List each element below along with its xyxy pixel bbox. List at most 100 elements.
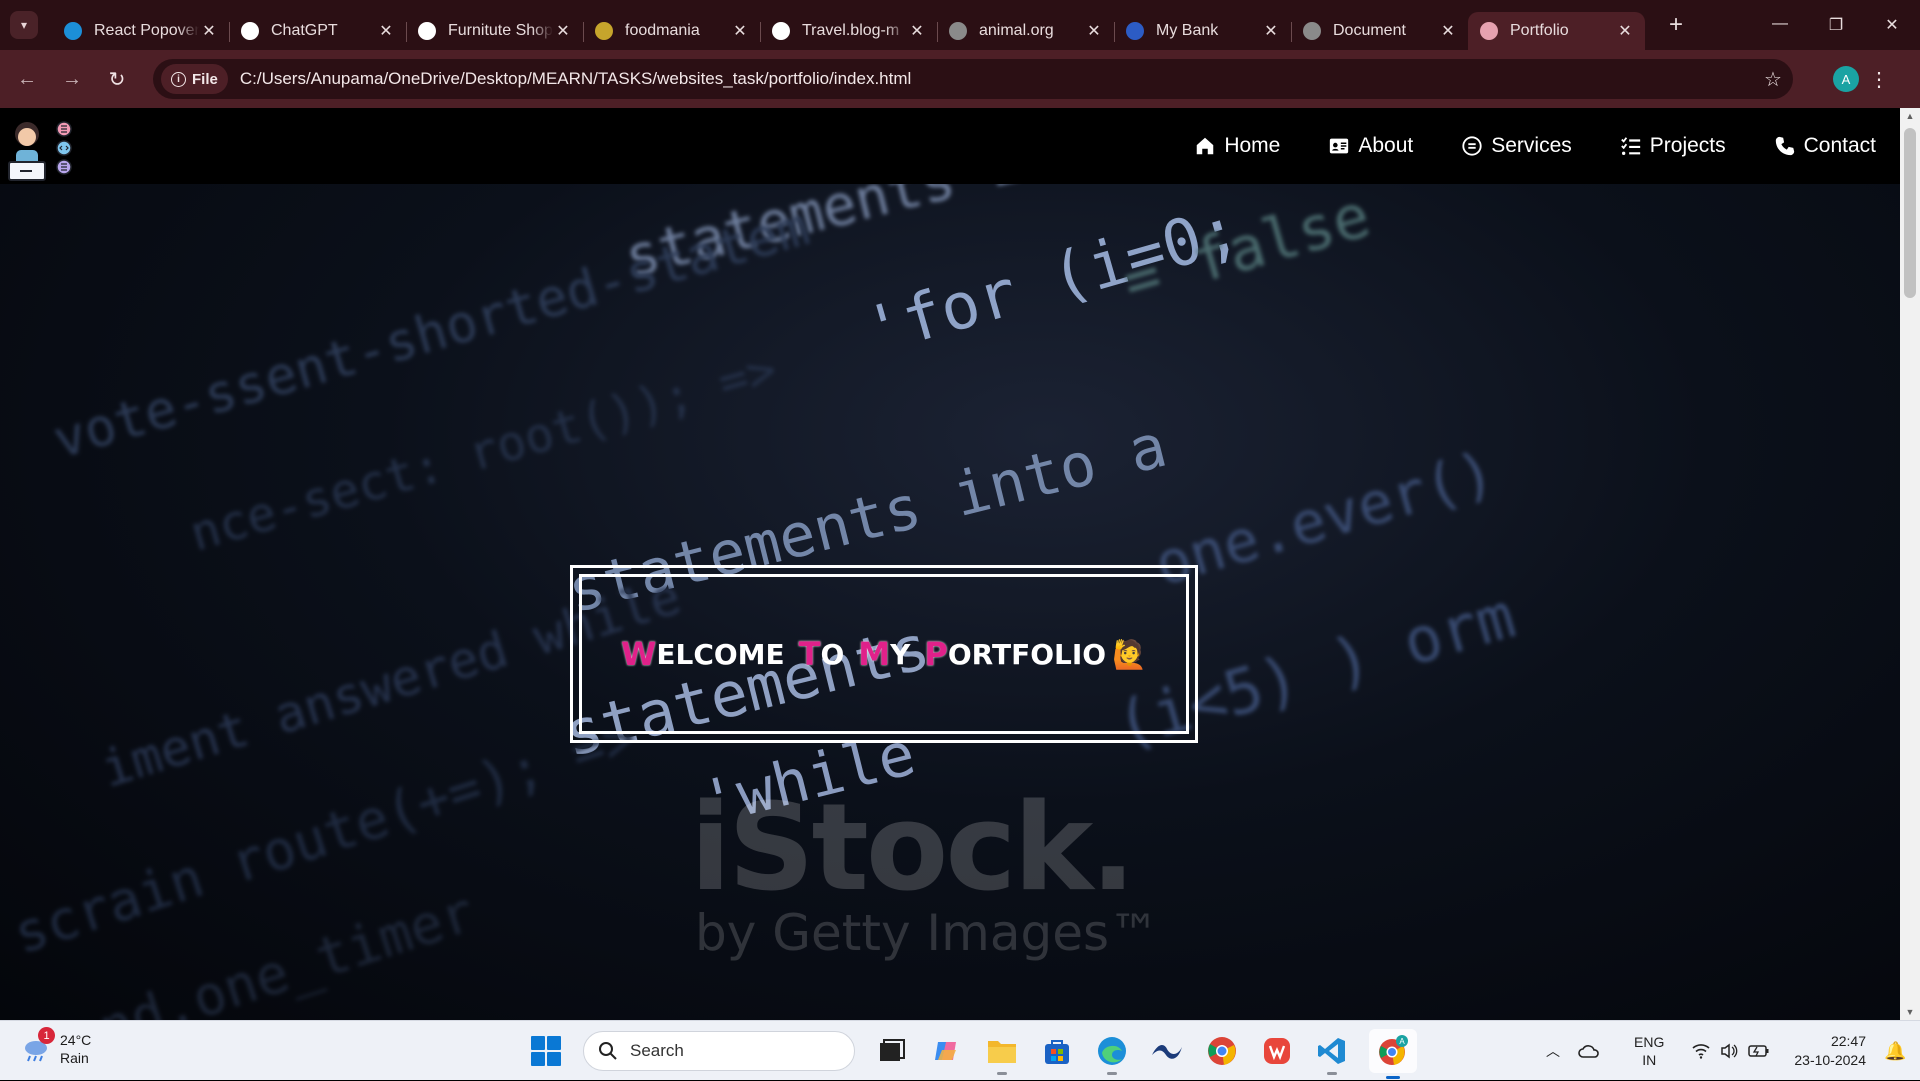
browser-tab[interactable]: My Bank ✕ xyxy=(1114,12,1291,50)
edge-browser-icon[interactable] xyxy=(1094,1033,1130,1075)
tab-title: Furnitute Shop xyxy=(448,22,553,39)
nav-link-label: Projects xyxy=(1649,134,1726,157)
clock-time: 22:47 xyxy=(1830,1033,1866,1049)
scroll-up-arrow-icon[interactable]: ▲ xyxy=(1900,108,1920,124)
file-explorer-icon[interactable] xyxy=(984,1033,1020,1075)
volume-icon[interactable] xyxy=(1720,1043,1738,1059)
tab-close-icon[interactable]: ✕ xyxy=(1615,21,1635,41)
page-scrollbar[interactable]: ▲ ▼ xyxy=(1900,108,1920,1020)
welcome-word-rest: O xyxy=(820,637,845,671)
microsoft-store-icon[interactable] xyxy=(1039,1033,1075,1069)
arrow-left-icon: ← xyxy=(17,67,37,90)
browser-tab[interactable]: Portfolio ✕ xyxy=(1468,12,1645,50)
chrome-profile-icon[interactable]: A xyxy=(1369,1029,1417,1079)
windows-taskbar: 1 24°C Rain Search A ︿ ENG IN 22:47 23-1… xyxy=(0,1020,1920,1080)
tab-close-icon[interactable]: ✕ xyxy=(1261,21,1281,41)
site-info-chip[interactable]: i File xyxy=(161,64,228,94)
tab-title: ChatGPT xyxy=(271,22,338,39)
bank-icon xyxy=(1126,22,1144,40)
close-window-button[interactable]: ✕ xyxy=(1864,15,1920,35)
tab-title: Portfolio xyxy=(1510,22,1569,39)
task-view-icon[interactable] xyxy=(874,1033,910,1069)
wps-office-icon[interactable] xyxy=(1259,1033,1295,1069)
chrome-icon[interactable] xyxy=(1204,1033,1240,1069)
chevron-down-icon: ▾ xyxy=(20,18,28,32)
copilot-icon[interactable] xyxy=(929,1033,965,1069)
nav-link-about[interactable]: About xyxy=(1328,134,1413,158)
weather-widget[interactable]: 1 24°C Rain xyxy=(22,1027,91,1067)
nav-link-services[interactable]: Services xyxy=(1461,134,1572,158)
browser-toolbar: ← → ↻ i File C:/Users/Anupama/OneDrive/D… xyxy=(0,50,1920,108)
developer-logo-icon[interactable] xyxy=(2,112,74,184)
welcome-initial-letter: P xyxy=(924,635,948,673)
tab-close-icon[interactable]: ✕ xyxy=(730,21,750,41)
nav-link-label: Services xyxy=(1491,134,1572,157)
mongodb-compass-icon[interactable] xyxy=(1149,1033,1185,1069)
system-clock[interactable]: 22:47 23-10-2024 xyxy=(1794,1032,1866,1070)
notification-bell-icon[interactable]: 🔔 xyxy=(1884,1041,1906,1061)
nav-link-label: Home xyxy=(1224,134,1281,157)
site-info-label: File xyxy=(192,70,218,88)
portfolio-icon xyxy=(1480,22,1498,40)
system-tray: ︿ ENG IN 22:47 23-10-2024 🔔 xyxy=(1546,1021,1920,1081)
nav-link-contact[interactable]: Contact xyxy=(1774,134,1876,158)
back-button[interactable]: ← xyxy=(9,61,45,97)
chevron-up-icon[interactable]: ︿ xyxy=(1546,1041,1560,1061)
tab-search-button[interactable]: ▾ xyxy=(10,11,38,39)
browser-tab[interactable]: Travel.blog-m ✕ xyxy=(760,12,937,50)
vscode-icon[interactable] xyxy=(1314,1033,1350,1075)
tab-close-icon[interactable]: ✕ xyxy=(376,21,396,41)
browser-tab[interactable]: Document ✕ xyxy=(1291,12,1468,50)
clock-date: 23-10-2024 xyxy=(1794,1052,1866,1068)
scroll-down-arrow-icon[interactable]: ▼ xyxy=(1900,1004,1920,1020)
bookmark-star-icon[interactable]: ☆ xyxy=(1753,67,1793,92)
browser-tab[interactable]: Furnitute Shop ✕ xyxy=(406,12,583,50)
globe-icon xyxy=(949,22,967,40)
browser-tab[interactable]: ChatGPT ✕ xyxy=(229,12,406,50)
tab-close-icon[interactable]: ✕ xyxy=(1084,21,1104,41)
address-bar[interactable]: i File C:/Users/Anupama/OneDrive/Desktop… xyxy=(153,59,1793,99)
browser-tab[interactable]: animal.org ✕ xyxy=(937,12,1114,50)
id-card-icon xyxy=(1330,138,1349,154)
wifi-icon[interactable] xyxy=(1692,1043,1710,1059)
react-icon xyxy=(64,22,82,40)
browser-menu-icon[interactable]: ⋮ xyxy=(1859,67,1899,92)
istock-watermark: iStock. xyxy=(690,779,1136,918)
reload-button[interactable]: ↻ xyxy=(99,61,135,97)
windows-start-icon[interactable] xyxy=(528,1033,564,1069)
minimize-button[interactable]: — xyxy=(1752,15,1808,35)
new-tab-button[interactable]: + xyxy=(1661,11,1691,39)
profile-avatar[interactable]: A xyxy=(1833,66,1859,92)
nav-link-home[interactable]: Home xyxy=(1194,134,1280,158)
tab-close-icon[interactable]: ✕ xyxy=(907,21,927,41)
welcome-word-rest: ORTFOLIO xyxy=(947,637,1107,671)
welcome-word-rest: ELCOME xyxy=(656,637,785,671)
tab-close-icon[interactable]: ✕ xyxy=(553,21,573,41)
code-background: vote-ssent-shorted-statem xyxy=(46,197,816,471)
tab-close-icon[interactable]: ✕ xyxy=(1438,21,1458,41)
onedrive-sync-icon[interactable] xyxy=(1578,1042,1600,1060)
welcome-frame-inner: W ELCOME T O M Y P ORTFOLIO 🙋 xyxy=(579,574,1189,734)
weather-alert-badge: 1 xyxy=(38,1027,55,1044)
tab-title: Travel.blog-m xyxy=(802,22,900,39)
tab-strip: ▾ React Popover ✕ ChatGPT ✕ Furnitute Shop ✕ f… xyxy=(0,0,1920,50)
restore-button[interactable]: ❐ xyxy=(1808,15,1864,35)
nav-link-projects[interactable]: Projects xyxy=(1620,134,1726,158)
battery-icon[interactable] xyxy=(1748,1044,1770,1058)
welcome-initial-letter: M xyxy=(858,635,891,673)
tab-close-icon[interactable]: ✕ xyxy=(199,21,219,41)
url-text[interactable]: C:/Users/Anupama/OneDrive/Desktop/MEARN/… xyxy=(240,69,1753,89)
getty-watermark: by Getty Images™ xyxy=(695,904,1160,962)
language-code: ENG xyxy=(1634,1034,1665,1050)
list-check-icon xyxy=(1620,137,1640,155)
browser-tab[interactable]: React Popover ✕ xyxy=(52,12,229,50)
taskbar-search[interactable]: Search xyxy=(583,1031,855,1071)
forward-button[interactable]: → xyxy=(54,61,90,97)
browser-tab[interactable]: foodmania ✕ xyxy=(583,12,760,50)
welcome-initial-letter: W xyxy=(621,635,657,673)
language-indicator[interactable]: ENG IN xyxy=(1634,1033,1664,1069)
furniture-icon xyxy=(418,22,436,40)
scroll-thumb[interactable] xyxy=(1904,128,1916,298)
language-region: IN xyxy=(1642,1052,1657,1068)
code-background: = false xyxy=(1115,184,1378,318)
